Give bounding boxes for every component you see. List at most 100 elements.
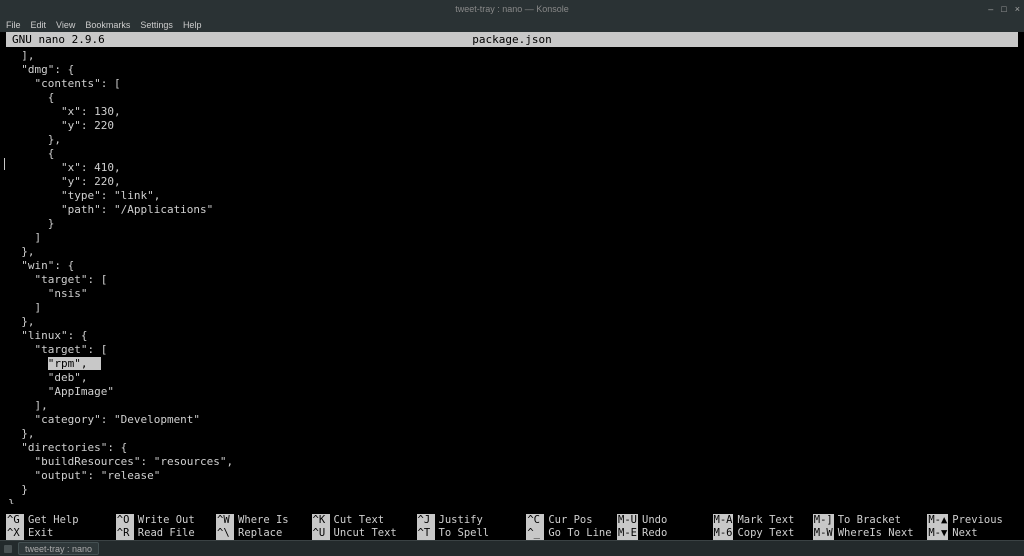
shortcut-label: To Bracket bbox=[834, 514, 901, 527]
shortcut-item: ^JJustify bbox=[417, 514, 527, 527]
editor-line: }, bbox=[8, 497, 1016, 504]
close-button[interactable]: × bbox=[1015, 4, 1020, 14]
shortcut-key: ^O bbox=[116, 514, 134, 527]
minimize-button[interactable]: – bbox=[988, 4, 993, 14]
editor-line: "path": "/Applications" bbox=[8, 203, 1016, 217]
taskbar-task-item[interactable]: tweet-tray : nano bbox=[18, 542, 99, 555]
editor-line: }, bbox=[8, 133, 1016, 147]
shortcut-label: Where Is bbox=[234, 514, 289, 527]
menubar: File Edit View Bookmarks Settings Help bbox=[0, 17, 1024, 32]
nano-filename: package.json bbox=[472, 33, 551, 46]
shortcut-key: M-] bbox=[813, 514, 834, 527]
shortcut-label: Cut Text bbox=[330, 514, 385, 527]
shortcut-label: Write Out bbox=[134, 514, 195, 527]
maximize-button[interactable]: □ bbox=[1001, 4, 1006, 14]
taskbar: tweet-tray : nano bbox=[0, 540, 1024, 556]
shortcut-key: ^X bbox=[6, 527, 24, 540]
shortcut-item: M-AMark Text bbox=[713, 514, 813, 527]
shortcut-item: M-6Copy Text bbox=[713, 527, 813, 540]
menu-file[interactable]: File bbox=[6, 20, 21, 30]
editor-line: "rpm", bbox=[8, 357, 1016, 371]
shortcut-key: ^U bbox=[312, 527, 330, 540]
shortcut-label: Copy Text bbox=[733, 527, 794, 540]
shortcut-key: M-U bbox=[617, 514, 638, 527]
shortcut-label: Justify bbox=[435, 514, 483, 527]
shortcut-item: ^CCur Pos bbox=[526, 514, 617, 527]
editor-line: }, bbox=[8, 245, 1016, 259]
shortcut-item: ^WWhere Is bbox=[216, 514, 311, 527]
shortcut-item: ^_Go To Line bbox=[526, 527, 617, 540]
shortcut-item: ^\Replace bbox=[216, 527, 311, 540]
shortcut-key: ^\ bbox=[216, 527, 234, 540]
editor-line: }, bbox=[8, 427, 1016, 441]
shortcut-key: ^J bbox=[417, 514, 435, 527]
editor-line: "y": 220 bbox=[8, 119, 1016, 133]
shortcut-label: WhereIs Next bbox=[834, 527, 914, 540]
shortcut-label: To Spell bbox=[435, 527, 490, 540]
shortcut-item: ^GGet Help bbox=[6, 514, 116, 527]
shortcut-item: M-▼Next bbox=[927, 527, 1018, 540]
shortcut-key: M-A bbox=[713, 514, 734, 527]
nano-header: GNU nano 2.9.6 package.json bbox=[6, 32, 1018, 47]
taskbar-app-icon[interactable] bbox=[4, 545, 12, 553]
menu-view[interactable]: View bbox=[56, 20, 75, 30]
editor-line: "type": "link", bbox=[8, 189, 1016, 203]
editor-line: "AppImage" bbox=[8, 385, 1016, 399]
shortcut-label: Read File bbox=[134, 527, 195, 540]
shortcut-item: M-ERedo bbox=[617, 527, 712, 540]
editor-line: ] bbox=[8, 301, 1016, 315]
menu-help[interactable]: Help bbox=[183, 20, 202, 30]
editor-line: { bbox=[8, 91, 1016, 105]
shortcut-item: ^RRead File bbox=[116, 527, 216, 540]
shortcut-item: ^TTo Spell bbox=[417, 527, 527, 540]
shortcut-item: ^KCut Text bbox=[312, 514, 417, 527]
shortcut-label: Uncut Text bbox=[330, 527, 397, 540]
shortcut-label: Exit bbox=[24, 527, 53, 540]
cursor-indicator bbox=[4, 158, 5, 170]
editor-line: "win": { bbox=[8, 259, 1016, 273]
editor-line: ], bbox=[8, 399, 1016, 413]
shortcut-label: Mark Text bbox=[733, 514, 794, 527]
shortcut-key: ^W bbox=[216, 514, 234, 527]
editor-line: "dmg": { bbox=[8, 63, 1016, 77]
shortcut-key: ^R bbox=[116, 527, 134, 540]
window-titlebar: tweet-tray : nano — Konsole – □ × bbox=[0, 0, 1024, 17]
menu-bookmarks[interactable]: Bookmarks bbox=[85, 20, 130, 30]
editor-line: }, bbox=[8, 315, 1016, 329]
editor-line: "category": "Development" bbox=[8, 413, 1016, 427]
shortcut-key: ^C bbox=[526, 514, 544, 527]
shortcut-key: ^G bbox=[6, 514, 24, 527]
shortcut-key: ^T bbox=[417, 527, 435, 540]
shortcut-label: Next bbox=[948, 527, 977, 540]
shortcut-label: Redo bbox=[638, 527, 667, 540]
editor-line: ], bbox=[8, 49, 1016, 63]
editor-line: "nsis" bbox=[8, 287, 1016, 301]
editor-line: "contents": [ bbox=[8, 77, 1016, 91]
shortcut-item: ^OWrite Out bbox=[116, 514, 216, 527]
shortcut-key: M-▼ bbox=[927, 527, 948, 540]
editor-line: { bbox=[8, 147, 1016, 161]
editor-line: } bbox=[8, 483, 1016, 497]
menu-edit[interactable]: Edit bbox=[31, 20, 47, 30]
highlighted-selection: "rpm", bbox=[48, 357, 101, 370]
shortcut-key: ^K bbox=[312, 514, 330, 527]
shortcut-item: M-UUndo bbox=[617, 514, 712, 527]
editor-line: "x": 130, bbox=[8, 105, 1016, 119]
shortcut-key: M-W bbox=[813, 527, 834, 540]
editor-line: ] bbox=[8, 231, 1016, 245]
editor-line: "buildResources": "resources", bbox=[8, 455, 1016, 469]
shortcut-key: ^_ bbox=[526, 527, 544, 540]
editor-line: "output": "release" bbox=[8, 469, 1016, 483]
editor-line: "directories": { bbox=[8, 441, 1016, 455]
editor-line: "x": 410, bbox=[8, 161, 1016, 175]
editor-area[interactable]: ], "dmg": { "contents": [ { "x": 130, "y… bbox=[0, 47, 1024, 504]
shortcut-item: ^XExit bbox=[6, 527, 116, 540]
window-title: tweet-tray : nano — Konsole bbox=[455, 4, 569, 14]
nano-version: GNU nano 2.9.6 bbox=[12, 33, 105, 46]
shortcut-item: M-]To Bracket bbox=[813, 514, 928, 527]
window-controls: – □ × bbox=[988, 4, 1020, 14]
shortcut-label: Get Help bbox=[24, 514, 79, 527]
menu-settings[interactable]: Settings bbox=[140, 20, 173, 30]
editor-line: "target": [ bbox=[8, 343, 1016, 357]
shortcut-label: Previous bbox=[948, 514, 1003, 527]
